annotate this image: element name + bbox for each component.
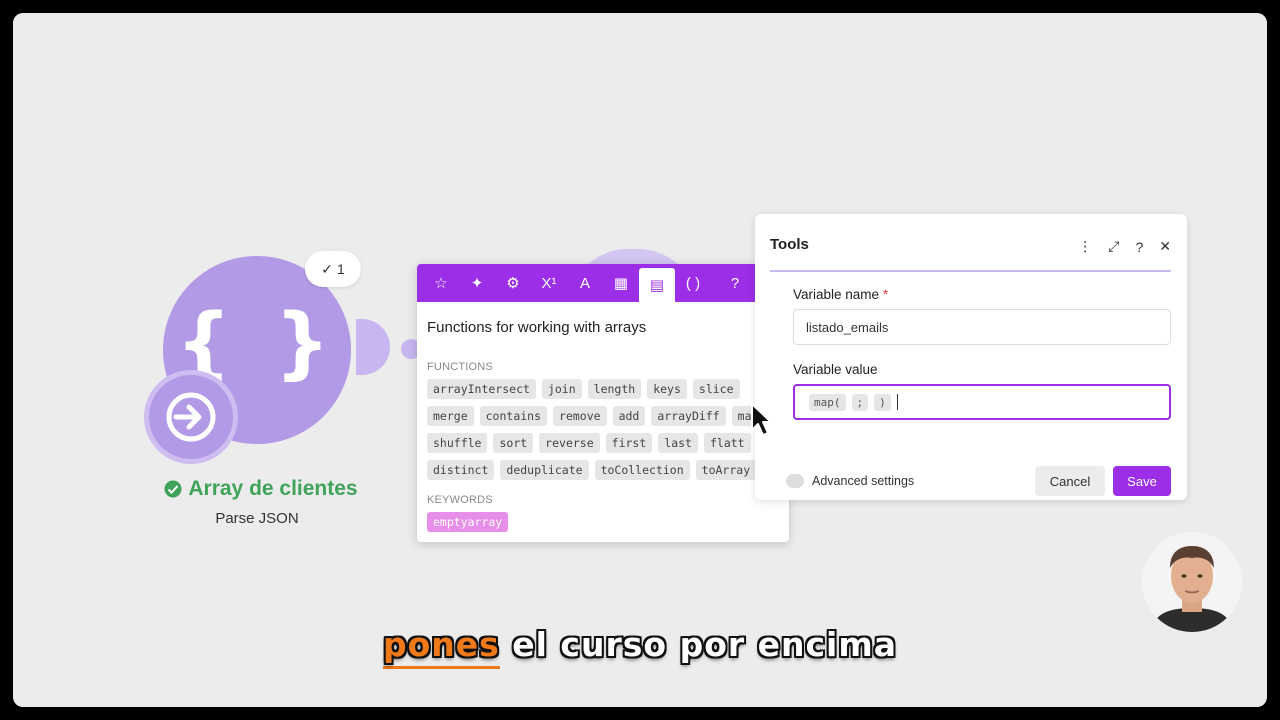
star-icon[interactable]: ☆ — [423, 264, 459, 302]
variable-value-label: Variable value — [793, 362, 878, 377]
module-title[interactable]: Array de clientes — [141, 477, 381, 501]
variable-name-input[interactable]: listado_emails — [793, 309, 1171, 345]
presenter-avatar — [1142, 532, 1242, 632]
variable-name-label: Variable name * — [793, 287, 888, 302]
mouse-pointer-icon — [751, 403, 772, 436]
advanced-settings-toggle[interactable] — [786, 474, 804, 488]
function-chip-arrayintersect[interactable]: arrayIntersect — [427, 379, 536, 399]
operations-count: 1 — [336, 261, 345, 277]
arrow-right-circle-icon — [166, 392, 216, 442]
functions-section-label: FUNCTIONS — [427, 361, 493, 373]
caption-text: el curso por encima — [499, 625, 898, 664]
sparkle-icon[interactable]: ✦ — [459, 264, 495, 302]
variable-name-value: listado_emails — [806, 319, 889, 335]
function-chip-keys[interactable]: keys — [647, 379, 687, 399]
function-chip-length[interactable]: length — [587, 379, 642, 399]
function-chip-deduplicate[interactable]: deduplicate — [500, 460, 589, 480]
function-chip-merge[interactable]: merge — [427, 406, 474, 426]
trigger-node[interactable] — [144, 370, 238, 464]
function-chip-sort[interactable]: sort — [493, 433, 534, 453]
expand-icon[interactable]: ⤢ — [1108, 238, 1119, 255]
required-mark: * — [882, 287, 889, 302]
double-check-icon: ✓ — [321, 260, 333, 277]
function-chip-toarray[interactable]: toArray — [695, 460, 757, 480]
text-caret — [896, 394, 898, 410]
keywords-list: emptyarray — [427, 512, 779, 532]
variable-name-label-text: Variable name — [793, 287, 880, 302]
save-button[interactable]: Save — [1113, 466, 1171, 496]
function-chip-arraydiff[interactable]: arrayDiff — [651, 406, 726, 426]
video-caption: pones el curso por encima — [0, 625, 1280, 669]
module-title-text: Array de clientes — [188, 477, 358, 500]
tools-panel: Tools ⋮ ⤢ ? ✕ Variable name * listado_em… — [755, 214, 1187, 500]
cancel-button[interactable]: Cancel — [1035, 466, 1105, 496]
functions-popup: ☆✦⚙X¹A▦▤( )?✕ Functions for working with… — [417, 264, 789, 542]
calendar-icon[interactable]: ▦ — [603, 264, 639, 302]
function-chip-contains[interactable]: contains — [479, 406, 548, 426]
function-chip-flatt[interactable]: flatt — [703, 433, 751, 453]
advanced-settings-label: Advanced settings — [812, 474, 915, 488]
function-chip-add[interactable]: add — [612, 406, 646, 426]
success-check-icon — [164, 480, 182, 498]
text-icon[interactable]: A — [567, 264, 603, 302]
tools-header: Tools ⋮ ⤢ ? ✕ — [770, 236, 1171, 272]
caption-highlight: pones — [382, 625, 500, 669]
module-connector — [356, 319, 390, 375]
functions-toolbar: ☆✦⚙X¹A▦▤( )?✕ — [417, 264, 789, 302]
function-chip-join[interactable]: join — [541, 379, 582, 399]
function-token-separator[interactable]: ; — [851, 393, 869, 411]
keyword-chip-emptyarray[interactable]: emptyarray — [427, 512, 509, 532]
table-icon[interactable]: ▤ — [639, 268, 675, 302]
function-chip-tocollection[interactable]: toCollection — [594, 460, 690, 480]
more-vertical-icon[interactable]: ⋮ — [1078, 238, 1092, 255]
gear-icon[interactable]: ⚙ — [495, 264, 531, 302]
help-icon[interactable]: ? — [1135, 239, 1143, 255]
scenario-canvas[interactable]: { } ✓ 1 Array de clientes Parse JSON ☆ ✦ ⚙… — [13, 13, 1267, 707]
module-subtitle: Parse JSON — [215, 510, 299, 527]
keywords-section-label: KEYWORDS — [427, 494, 493, 506]
presenter-image — [1142, 532, 1242, 632]
functions-list: arrayIntersect join length keys slice merge co… — [427, 379, 779, 480]
help-icon[interactable]: ? — [717, 264, 753, 302]
function-token-close[interactable]: ) — [874, 393, 891, 411]
function-chip-shuffle[interactable]: shuffle — [427, 433, 488, 453]
function-chip-remove[interactable]: remove — [553, 406, 607, 426]
function-chip-slice[interactable]: slice — [692, 379, 740, 399]
tools-title: Tools — [770, 236, 809, 253]
function-token-map[interactable]: map( — [809, 393, 846, 411]
function-chip-last[interactable]: last — [658, 433, 698, 453]
function-chip-first[interactable]: first — [605, 433, 653, 453]
close-icon[interactable]: ✕ — [1159, 238, 1171, 255]
functions-heading: Functions for working with arrays — [427, 319, 647, 336]
operations-badge[interactable]: ✓ 1 — [305, 251, 361, 287]
variable-value-input[interactable]: map( ; ) — [793, 384, 1171, 420]
braces-icon[interactable]: ( ) — [675, 264, 711, 302]
function-chip-reverse[interactable]: reverse — [539, 433, 600, 453]
function-chip-distinct[interactable]: distinct — [427, 460, 495, 480]
superscript-icon[interactable]: X¹ — [531, 264, 567, 302]
